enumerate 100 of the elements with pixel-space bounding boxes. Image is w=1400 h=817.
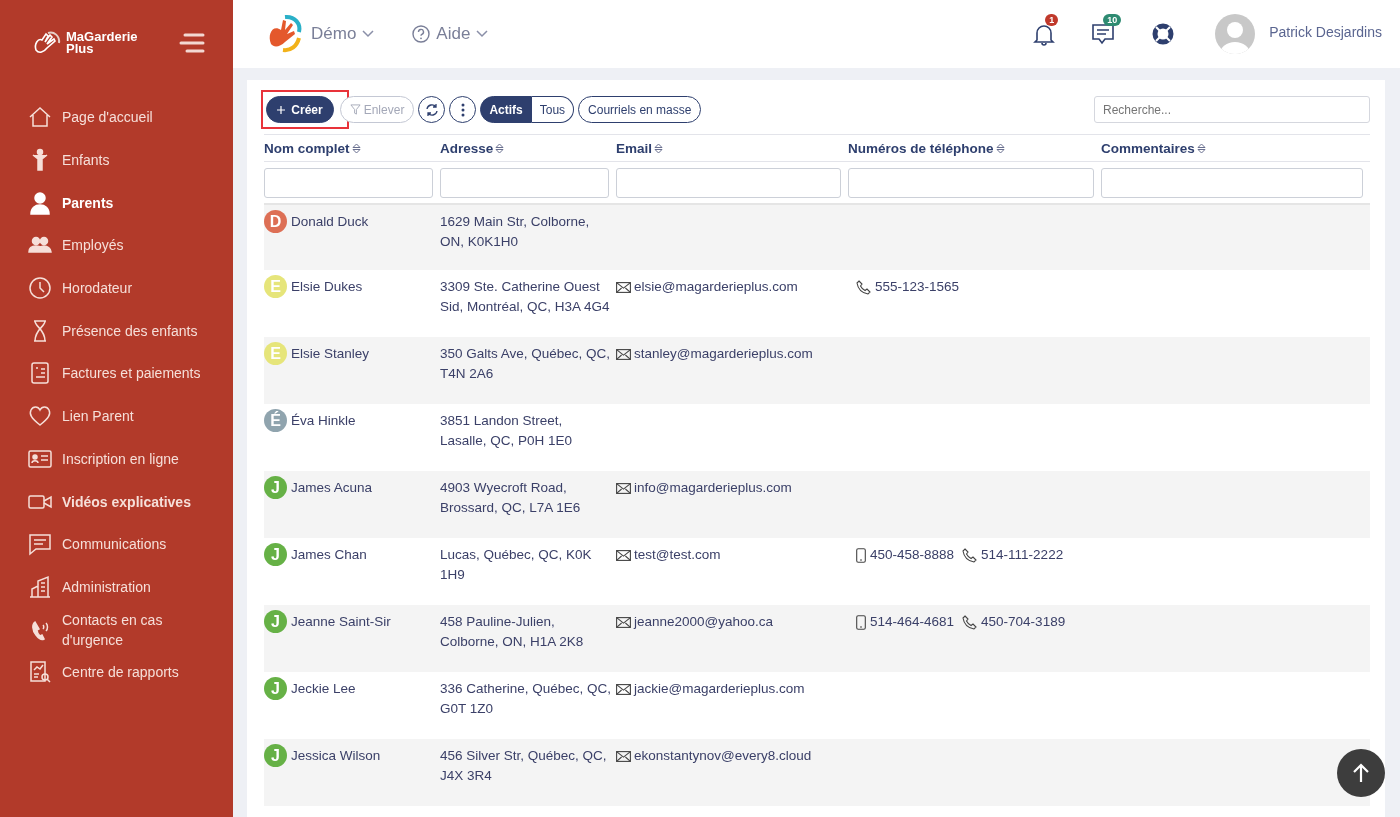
- address-cell-text: 4903 Wyecroft Road, Brossard, QC, L7A 1E6: [440, 479, 582, 517]
- column-header[interactable]: Email: [616, 141, 848, 156]
- email-text: elsie@magarderieplus.com: [634, 278, 798, 296]
- filter-icon: [349, 104, 361, 115]
- column-header[interactable]: Commentaires: [1101, 141, 1370, 156]
- demo-menu[interactable]: Démo: [311, 24, 375, 44]
- address-cell-text: 3309 Ste. Catherine Ouest Sid, Montréal, QC, H3A 4G4: [440, 278, 611, 316]
- column-filter-field[interactable]: [1101, 168, 1363, 198]
- more-button[interactable]: [449, 96, 477, 123]
- heart-icon: [28, 404, 52, 429]
- envelope-icon: [616, 482, 631, 494]
- refresh-button[interactable]: [418, 96, 446, 123]
- parent-name[interactable]: Jeanne Saint-Sir: [291, 611, 391, 632]
- sidebar-item[interactable]: Communications: [0, 522, 233, 566]
- sidebar-item[interactable]: Page d'accueil: [0, 96, 233, 139]
- initial-avatar: D: [264, 210, 287, 233]
- parent-icon: [28, 190, 52, 215]
- message-badge: 10: [1103, 14, 1122, 26]
- envelope-icon: [616, 281, 631, 293]
- parent-name[interactable]: Elsie Stanley: [291, 343, 370, 364]
- address-cell-text: 456 Silver Str, Québec, QC, J4X 3R4: [440, 747, 608, 785]
- parent-name[interactable]: Jeckie Lee: [291, 678, 356, 699]
- column-filter-field[interactable]: [848, 168, 1094, 198]
- parent-name[interactable]: Jessica Wilson: [291, 745, 381, 766]
- column-filter-field[interactable]: [264, 168, 433, 198]
- filter-tab[interactable]: Tous: [531, 96, 575, 123]
- lifebuoy-icon[interactable]: [1151, 22, 1176, 46]
- sort-icon: [995, 143, 1005, 154]
- envelope-icon: [616, 683, 631, 695]
- column-header[interactable]: Adresse: [440, 141, 616, 156]
- parent-name[interactable]: Elsie Dukes: [291, 276, 363, 297]
- bell-icon[interactable]: [1033, 22, 1056, 46]
- sort-icon: [351, 143, 361, 154]
- search-field[interactable]: Recherche...: [1094, 96, 1370, 123]
- phone-icon: [856, 279, 871, 295]
- sidebar-item[interactable]: Lien Parent: [0, 394, 233, 438]
- envelope-icon: [616, 750, 631, 762]
- arrow-up-icon: [1352, 763, 1370, 783]
- sidebar-item[interactable]: Parents: [0, 181, 233, 225]
- filter-tab[interactable]: Actifs: [480, 96, 532, 123]
- sidebar-item[interactable]: Contacts en cas d'urgence: [0, 608, 233, 651]
- brand-name: Plus: [66, 43, 95, 55]
- mobile-phone-icon: [856, 547, 866, 563]
- envelope-icon: [616, 348, 631, 360]
- user-name[interactable]: Patrick Desjardins: [1269, 24, 1382, 40]
- address-cell-text: 1629 Main Str, Colborne, ON, K0K1H0: [440, 213, 591, 251]
- sort-icon: [1196, 143, 1206, 154]
- help-menu[interactable]: Aide: [412, 24, 489, 44]
- sidebar-item[interactable]: Horodateur: [0, 266, 233, 310]
- phone-number: 514-464-4681: [870, 613, 955, 631]
- envelope-icon: [616, 549, 631, 561]
- sidebar-item[interactable]: Vidéos explicatives: [0, 480, 233, 523]
- create-button[interactable]: Créer: [266, 96, 334, 123]
- email-text: jackie@magarderieplus.com: [634, 680, 805, 698]
- phone-number: 514-111-2222: [981, 546, 1064, 564]
- sidebar-item[interactable]: Administration: [0, 565, 233, 609]
- notification-badge: 1: [1045, 14, 1059, 26]
- initial-avatar: J: [264, 543, 287, 566]
- mobile-phone-icon: [856, 614, 866, 630]
- chat-icon[interactable]: [1091, 22, 1116, 46]
- sidebar-item[interactable]: Présence des enfants: [0, 309, 233, 353]
- initial-avatar: E: [264, 342, 287, 365]
- column-filter-field[interactable]: [440, 168, 609, 198]
- column-header[interactable]: Numéros de téléphone: [848, 141, 1101, 156]
- address-cell-text: 3851 Landon Street, Lasalle, QC, P0H 1E0: [440, 412, 574, 450]
- address-cell-text: 336 Catherine, Québec, QC, G0T 1Z0: [440, 680, 613, 718]
- sidebar-item[interactable]: Inscription en ligne: [0, 437, 233, 481]
- parent-name[interactable]: James Chan: [291, 544, 367, 565]
- phone-number: 555-123-1565: [875, 278, 960, 296]
- sidebar-item[interactable]: Enfants: [0, 138, 233, 182]
- address-cell-text: 458 Pauline-Julien, Colborne, ON, H1A 2K8: [440, 613, 585, 651]
- mass-email-button[interactable]: Courriels en masse: [578, 96, 702, 123]
- menu-icon[interactable]: [179, 33, 205, 53]
- address-cell-text: 350 Galts Ave, Québec, QC, T4N 2A6: [440, 345, 612, 383]
- building-icon: [28, 574, 52, 599]
- parent-name[interactable]: Donald Duck: [291, 211, 369, 232]
- phone-number: 450-458-8888: [870, 546, 955, 564]
- column-header[interactable]: Nom complet: [264, 141, 440, 156]
- sidebar-item[interactable]: Employés: [0, 224, 233, 267]
- parent-name[interactable]: Éva Hinkle: [291, 410, 356, 431]
- sort-icon: [495, 143, 505, 154]
- email-text: test@test.com: [634, 546, 721, 564]
- brand-name: MaGarderie: [66, 31, 138, 43]
- help-icon: [412, 25, 431, 43]
- clock-icon: [28, 276, 52, 301]
- phone-number: 450-704-3189: [981, 613, 1066, 631]
- home-icon: [28, 105, 52, 130]
- parent-name[interactable]: James Acuna: [291, 477, 373, 498]
- more-icon: [460, 102, 465, 117]
- hands-logo-icon: [32, 30, 62, 56]
- phone-icon: [962, 614, 978, 630]
- initial-avatar: J: [264, 610, 287, 633]
- column-filter-field[interactable]: [616, 168, 841, 198]
- initial-avatar: J: [264, 744, 287, 767]
- sidebar-item[interactable]: Centre de rapports: [0, 650, 233, 694]
- initial-avatar: J: [264, 677, 287, 700]
- sidebar-item[interactable]: Factures et paiements: [0, 352, 233, 395]
- chevron-down-icon: [476, 30, 489, 38]
- invoice-icon: [28, 361, 52, 386]
- address-cell-text: Lucas, Québec, QC, K0K 1H9: [440, 546, 593, 584]
